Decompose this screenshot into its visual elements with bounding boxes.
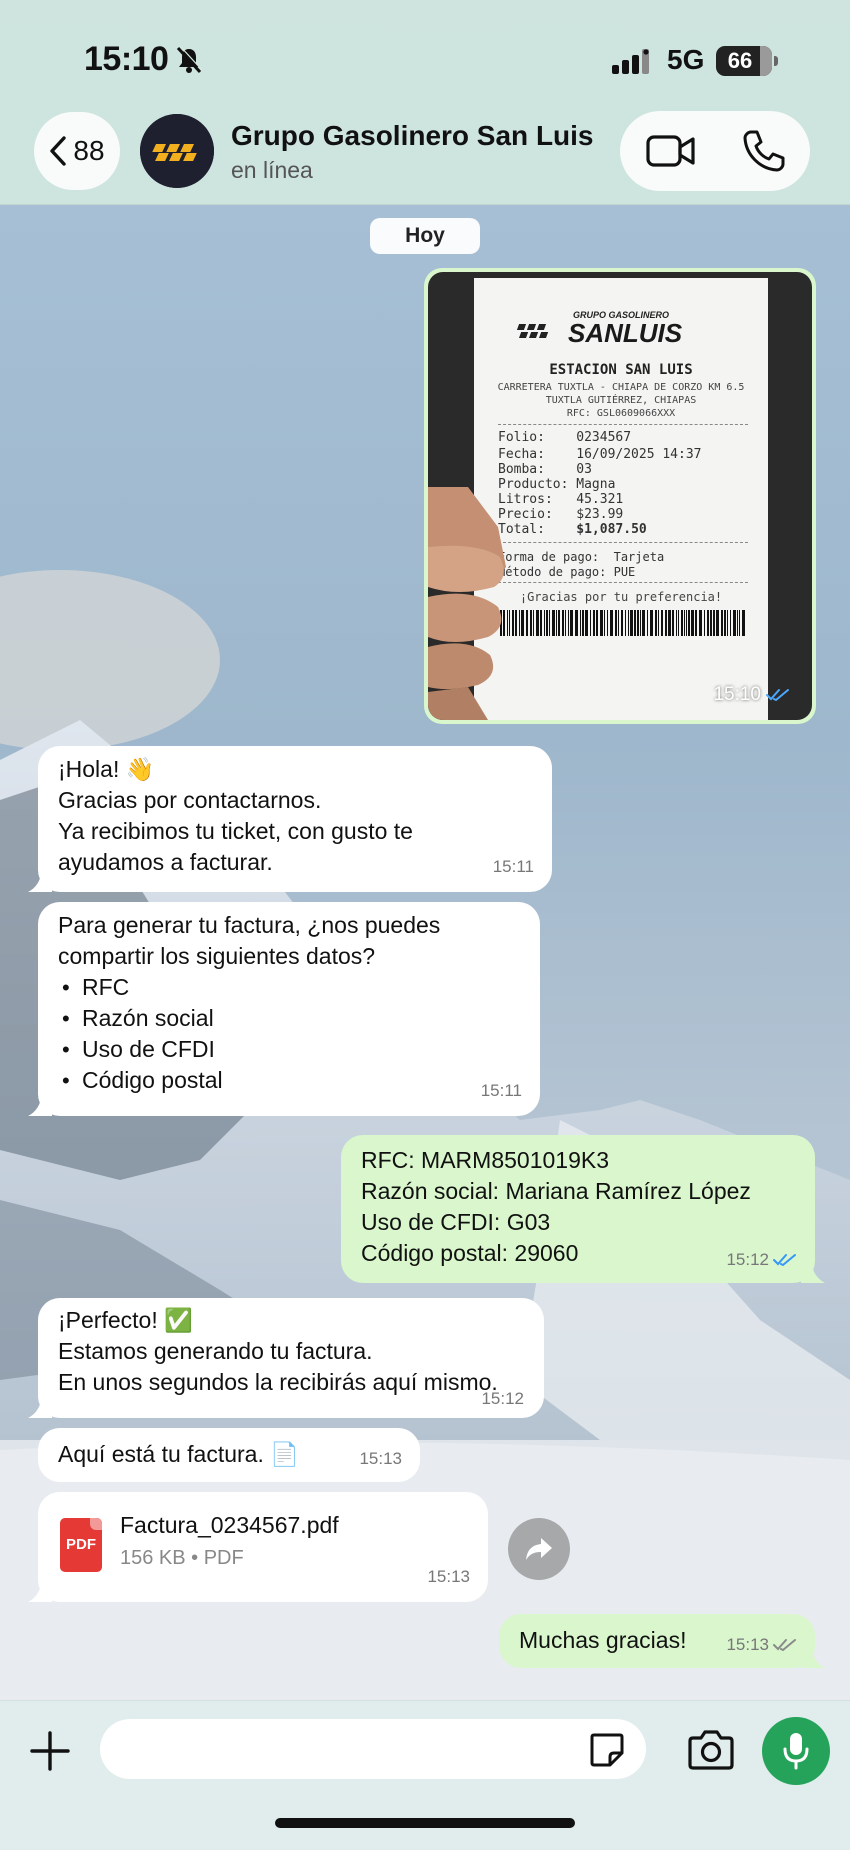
receipt-address-1: CARRETERA TUXTLA - CHIAPA DE CORZO KM 6.… — [497, 382, 745, 393]
message-line: RFC: MARM8501019K3 — [361, 1147, 609, 1173]
incoming-message[interactable]: Aquí está tu factura. 📄 15:13 — [38, 1428, 420, 1482]
pdf-file-name[interactable]: Factura_0234567.pdf — [120, 1510, 339, 1541]
forward-arrow-icon — [526, 1538, 552, 1560]
message-line: Para generar tu factura, ¿nos puedes — [58, 912, 441, 938]
network-type: 5G — [667, 44, 705, 75]
message-time: 15:13 — [359, 1449, 402, 1468]
incoming-message[interactable]: ¡Perfecto! ✅ Estamos generando tu factur… — [28, 1298, 544, 1418]
message-line: Gracias por contactarnos. — [58, 787, 322, 813]
outgoing-message[interactable]: RFC: MARM8501019K3 Razón social: Mariana… — [341, 1135, 825, 1283]
outgoing-message[interactable]: Muchas gracias! 15:13 — [499, 1614, 825, 1668]
back-button[interactable]: 88 — [34, 112, 120, 190]
message-line: compartir los siguientes datos? — [58, 943, 376, 969]
incoming-message[interactable]: ¡Hola! 👋 Gracias por contactarnos. Ya re… — [28, 746, 552, 892]
read-double-check-icon — [766, 689, 789, 702]
hand-holding-receipt — [428, 487, 506, 720]
receipt-brand: SANLUIS — [568, 318, 683, 348]
voice-message-button[interactable] — [762, 1717, 830, 1785]
sticker-icon[interactable] — [588, 1731, 626, 1769]
receipt-bomba: Bomba: 03 — [498, 462, 592, 477]
unread-count: 88 — [73, 135, 105, 166]
battery-indicator: 66 — [716, 46, 778, 76]
message-time: 15:13 — [427, 1567, 470, 1586]
message-input[interactable] — [100, 1719, 646, 1779]
message-line: Razón social: Mariana Ramírez López — [361, 1178, 751, 1204]
message-time: 15:13 — [726, 1629, 797, 1660]
receipt-folio: Folio: 0234567 — [498, 430, 632, 445]
message-time: 15:11 — [492, 857, 534, 876]
contact-name[interactable]: Grupo Gasolinero San Luis — [231, 120, 594, 152]
phone-call-icon[interactable] — [742, 129, 786, 173]
status-time: 15:10 — [84, 40, 169, 78]
receipt-station: ESTACION SAN LUIS — [549, 362, 693, 378]
list-item: Razón social — [58, 1003, 520, 1034]
required-data-list: RFC Razón social Uso de CFDI Código post… — [58, 972, 520, 1096]
chat-header: 15:10 5G 66 88 Grupo Gasolinero San Luis… — [0, 0, 850, 205]
pdf-file-meta: 156 KB • PDF — [120, 1547, 244, 1569]
cellular-signal-icon — [612, 49, 649, 74]
delivered-double-check-icon — [773, 1638, 796, 1651]
receipt-photo-time: 15:10 — [713, 684, 790, 706]
home-indicator — [275, 1818, 575, 1828]
incoming-message[interactable]: Para generar tu factura, ¿nos puedes com… — [28, 902, 540, 1116]
receipt-photo[interactable]: GRUPO GASOLINERO SANLUIS ESTACION SAN LU… — [428, 272, 812, 720]
sanluis-logo: SANLUIS — [516, 318, 683, 348]
camera-icon[interactable] — [686, 1729, 736, 1771]
receipt-fecha: Fecha: 16/09/2025 14:37 — [498, 447, 702, 462]
message-time: 15:12 — [481, 1389, 524, 1408]
message-line: Uso de CFDI: G03 — [361, 1209, 551, 1235]
receipt-photo-message[interactable]: GRUPO GASOLINERO SANLUIS ESTACION SAN LU… — [424, 268, 816, 724]
message-line: ¡Hola! 👋 — [58, 756, 155, 782]
list-item: Uso de CFDI — [58, 1034, 520, 1065]
message-line: Ya recibimos tu ticket, con gusto te — [58, 818, 413, 844]
message-time: 15:11 — [480, 1081, 522, 1100]
contact-avatar[interactable] — [140, 114, 214, 188]
message-time: 15:12 — [726, 1244, 797, 1275]
contact-status: en línea — [231, 157, 313, 183]
message-line: ¡Perfecto! ✅ — [58, 1307, 193, 1333]
message-line: ayudamos a facturar. — [58, 849, 273, 875]
call-actions — [620, 111, 810, 191]
receipt-rfc: RFC: GSL0609066XXX — [566, 408, 676, 419]
receipt-address-2: TUXTLA GUTIÉRREZ, CHIAPAS — [545, 395, 697, 406]
list-item: RFC — [58, 972, 520, 1003]
status-bar: 15:10 5G 66 — [0, 0, 850, 120]
message-line: Estamos generando tu factura. — [58, 1338, 373, 1364]
read-double-check-icon — [773, 1253, 796, 1266]
message-line: En unos segundos la recibirás aquí mismo… — [58, 1369, 498, 1395]
microphone-icon — [783, 1733, 809, 1770]
forward-button[interactable] — [508, 1518, 570, 1580]
list-item: Código postal — [58, 1065, 520, 1096]
plus-icon[interactable] — [28, 1729, 72, 1773]
chevron-left-icon — [50, 136, 67, 166]
pdf-attachment-message[interactable]: PDF Factura_0234567.pdf 156 KB • PDF 15:… — [28, 1492, 488, 1602]
battery-level: 66 — [727, 48, 753, 73]
pdf-file-icon: PDF — [60, 1518, 102, 1572]
date-separator: Hoy — [370, 218, 480, 254]
bell-muted-icon — [176, 46, 202, 74]
message-text: Aquí está tu factura. 📄 — [58, 1441, 299, 1467]
video-call-icon[interactable] — [646, 131, 696, 171]
